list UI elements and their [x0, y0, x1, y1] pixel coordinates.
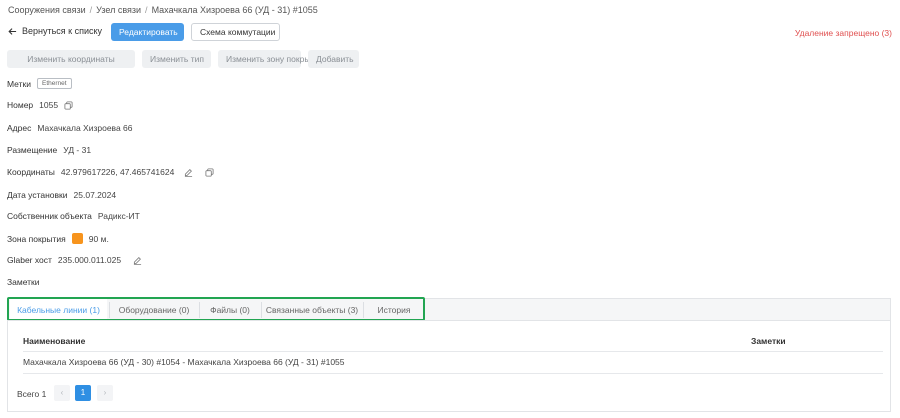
- number-value: 1055: [39, 100, 59, 110]
- breadcrumb-separator: /: [145, 5, 148, 15]
- tag-badge: Ethernet: [36, 78, 72, 89]
- edit-button[interactable]: Редактировать: [111, 23, 184, 41]
- breadcrumb-item-current: Махачкала Хизроева 66 (УД - 31) #1055: [151, 5, 318, 15]
- tabs-highlight-frame: [7, 297, 425, 321]
- install-date-value: 25.07.2024: [73, 190, 117, 200]
- page-button-current[interactable]: 1: [75, 385, 91, 401]
- placement-value: УД - 31: [63, 145, 92, 155]
- edit-icon[interactable]: [184, 168, 193, 177]
- install-date-row: Дата установки 25.07.2024: [7, 190, 116, 200]
- change-coordinates-button[interactable]: Изменить координаты: [7, 50, 135, 68]
- breadcrumb: Сооружения связи / Узел связи / Махачкала Хи…: [8, 5, 318, 15]
- placement-label: Размещение: [7, 145, 58, 155]
- tags-label: Метки: [7, 78, 31, 89]
- total-count: Всего 1: [17, 389, 47, 399]
- change-coverage-zone-button[interactable]: Изменить зону покрытия: [218, 50, 324, 68]
- number-row: Номер 1055: [7, 100, 73, 110]
- notes-label: Заметки: [7, 277, 40, 287]
- install-date-label: Дата установки: [7, 190, 68, 200]
- switching-scheme-button[interactable]: Схема коммутации: [191, 23, 280, 41]
- breadcrumb-item-structures[interactable]: Сооружения связи: [8, 5, 86, 15]
- change-type-button[interactable]: Изменить тип: [142, 50, 211, 68]
- coverage-color-swatch: [71, 233, 83, 244]
- back-to-list-link[interactable]: Вернуться к списку: [8, 26, 102, 36]
- add-button[interactable]: Добавить: [308, 50, 359, 68]
- column-header-notes: Заметки: [751, 336, 786, 346]
- owner-value: Радикс-ИТ: [97, 211, 140, 221]
- table-row[interactable]: Махачкала Хизроева 66 (УД - 30) #1054 - …: [23, 357, 345, 367]
- coordinates-row: Координаты 42.979617226, 47.465741624: [7, 167, 214, 177]
- glaber-host-value: 235.000.011.025: [57, 255, 122, 265]
- glaber-host-label: Glaber хост: [7, 255, 52, 265]
- cable-lines-panel: Наименование Заметки Махачкала Хизроева …: [7, 320, 891, 412]
- breadcrumb-separator: /: [89, 5, 93, 15]
- address-label: Адрес: [7, 123, 32, 133]
- column-header-name: Наименование: [23, 336, 86, 346]
- row-divider: [23, 373, 883, 374]
- owner-label: Собственник объекта: [7, 211, 92, 221]
- coverage-zone-value: 90 м.: [88, 233, 109, 244]
- coverage-zone-label: Зона покрытия: [7, 233, 66, 244]
- breadcrumb-item-node[interactable]: Узел связи: [96, 5, 141, 15]
- edit-icon[interactable]: [133, 256, 142, 265]
- header-divider: [23, 351, 883, 352]
- copy-icon[interactable]: [64, 100, 73, 110]
- tags-row: Метки Ethernet: [7, 78, 72, 89]
- arrow-left-icon: [8, 27, 17, 36]
- copy-icon[interactable]: [205, 167, 214, 177]
- coordinates-value: 42.979617226, 47.465741624: [60, 167, 175, 177]
- glaber-host-row: Glaber хост 235.000.011.025: [7, 255, 142, 265]
- next-page-button[interactable]: ›: [97, 385, 113, 401]
- number-label: Номер: [7, 100, 34, 110]
- prev-page-button[interactable]: ‹: [54, 385, 70, 401]
- delete-forbidden-status: Удаление запрещено (3): [794, 28, 892, 38]
- address-value: Махачкала Хизроева 66: [37, 123, 133, 133]
- owner-row: Собственник объекта Радикс-ИТ: [7, 211, 140, 221]
- back-label: Вернуться к списку: [22, 26, 103, 36]
- notes-row: Заметки: [7, 277, 40, 287]
- placement-row: Размещение УД - 31: [7, 145, 91, 155]
- address-row: Адрес Махачкала Хизроева 66: [7, 123, 133, 133]
- coverage-zone-row: Зона покрытия 90 м.: [7, 233, 109, 244]
- coordinates-label: Координаты: [7, 167, 55, 177]
